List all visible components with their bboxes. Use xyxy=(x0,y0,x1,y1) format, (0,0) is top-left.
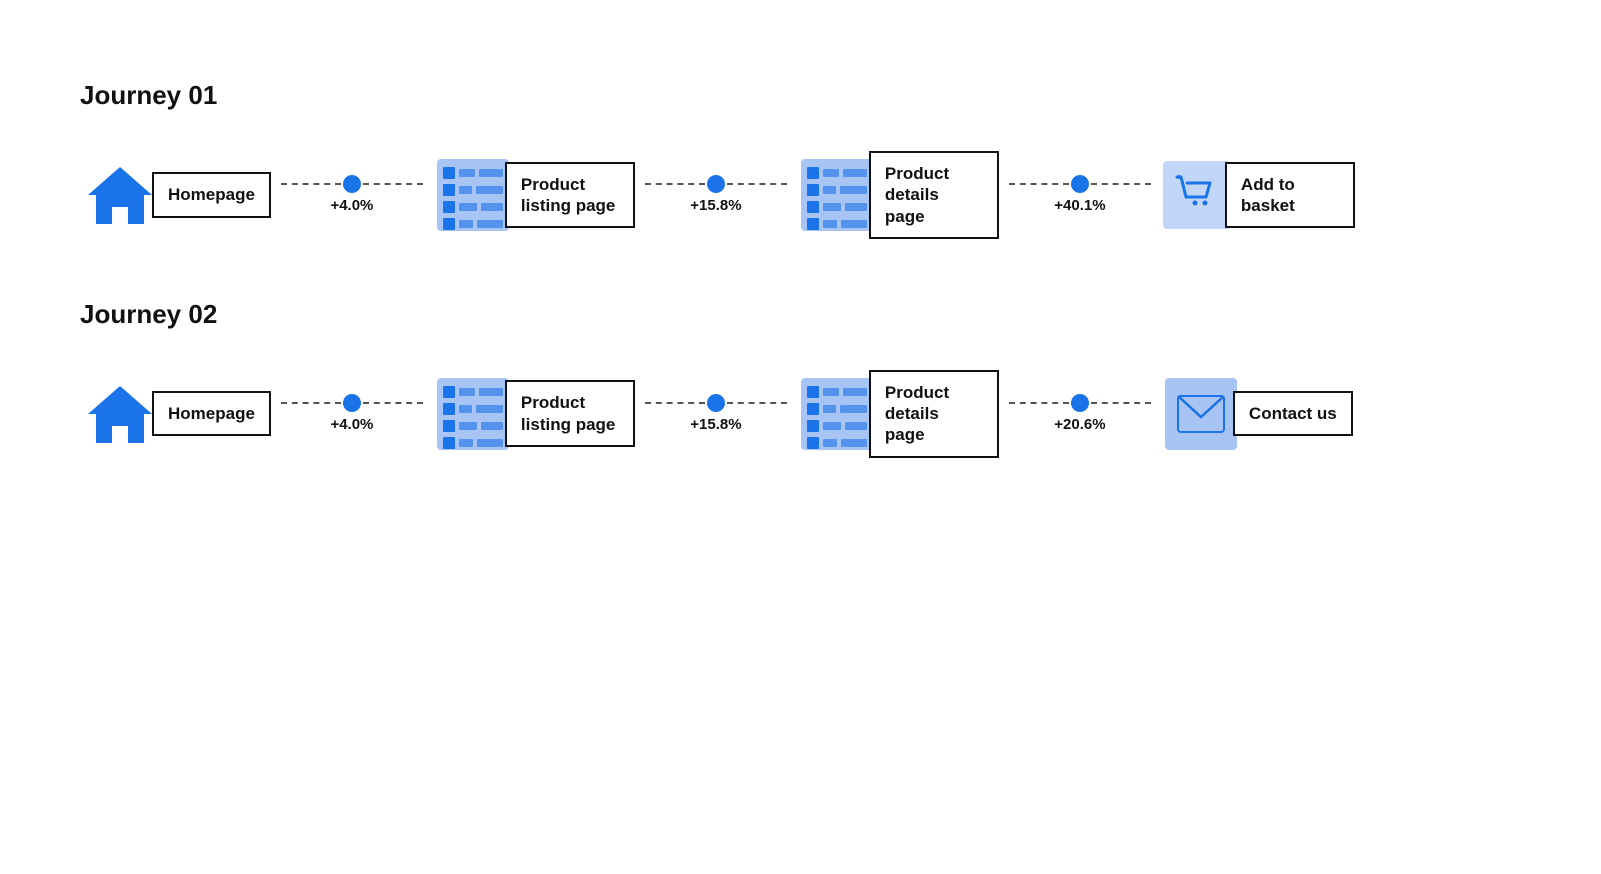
connector-2-1: +4.0% xyxy=(271,394,433,433)
node-homepage-2: Homepage xyxy=(80,374,271,454)
journey-02-title: Journey 02 xyxy=(80,299,1521,330)
journey-01-title: Journey 01 xyxy=(80,80,1521,111)
envelope-icon-2 xyxy=(1161,374,1241,454)
add-to-basket-1-label: Add to basket xyxy=(1225,162,1355,229)
connector-1-1: +4.0% xyxy=(271,175,433,214)
product-listing-1-label: Product listing page xyxy=(505,162,635,229)
connector-1-3: +40.1% xyxy=(999,175,1161,214)
journey-01-section: Journey 01 Homepage +4.0% xyxy=(80,80,1521,239)
list-page-icon-2 xyxy=(797,155,877,235)
journey-01-flow: Homepage +4.0% xyxy=(80,151,1521,239)
product-details-2-label: Product details page xyxy=(869,370,999,458)
home-icon-1 xyxy=(80,155,160,235)
dot-2-2 xyxy=(707,394,725,412)
home-icon-2 xyxy=(80,374,160,454)
connector-2-3: +20.6% xyxy=(999,394,1161,433)
dot-1-3 xyxy=(1071,175,1089,193)
dot-1-1 xyxy=(343,175,361,193)
dot-2-3 xyxy=(1071,394,1089,412)
pct-1-3: +40.1% xyxy=(1054,197,1105,214)
journey-02-section: Journey 02 Homepage +4.0% xyxy=(80,299,1521,458)
journey-02-flow: Homepage +4.0% xyxy=(80,370,1521,458)
node-product-details-2: Product details page xyxy=(797,370,999,458)
pct-2-1: +4.0% xyxy=(330,416,373,433)
pct-2-3: +20.6% xyxy=(1054,416,1105,433)
pct-2-2: +15.8% xyxy=(690,416,741,433)
list-page-icon-4 xyxy=(797,374,877,454)
pct-1-1: +4.0% xyxy=(330,197,373,214)
connector-2-2: +15.8% xyxy=(635,394,797,433)
page-container: Journey 01 Homepage +4.0% xyxy=(0,0,1601,558)
node-product-listing-2: Product listing page xyxy=(433,374,635,454)
product-listing-2-label: Product listing page xyxy=(505,380,635,447)
node-product-details-1: Product details page xyxy=(797,151,999,239)
pct-1-2: +15.8% xyxy=(690,197,741,214)
homepage-2-label: Homepage xyxy=(152,391,271,436)
node-add-to-basket-1: Add to basket xyxy=(1161,159,1355,231)
dot-2-1 xyxy=(343,394,361,412)
contact-us-2-label: Contact us xyxy=(1233,391,1353,436)
list-page-icon-3 xyxy=(433,374,513,454)
node-contact-us-2: Contact us xyxy=(1161,374,1353,454)
dot-1-2 xyxy=(707,175,725,193)
cart-icon-1 xyxy=(1161,159,1233,231)
product-details-1-label: Product details page xyxy=(869,151,999,239)
homepage-1-label: Homepage xyxy=(152,172,271,217)
node-product-listing-1: Product listing page xyxy=(433,155,635,235)
node-homepage-1: Homepage xyxy=(80,155,271,235)
connector-1-2: +15.8% xyxy=(635,175,797,214)
list-page-icon-1 xyxy=(433,155,513,235)
